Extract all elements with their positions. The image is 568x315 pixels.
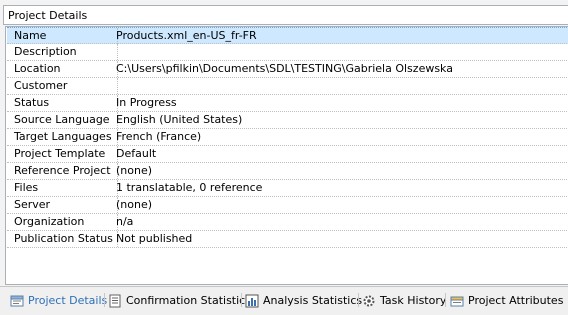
property-value: In Progress <box>116 96 177 109</box>
project-details-panel: Project Details Name Products.xml_en-US_f… <box>0 0 568 286</box>
property-row[interactable]: Target Languages French (France) <box>7 129 568 146</box>
property-value: (none) <box>116 164 153 177</box>
property-row[interactable]: Customer <box>7 78 568 95</box>
project-details-icon <box>10 294 24 308</box>
tab-separator <box>104 293 105 307</box>
task-history-icon <box>362 294 376 308</box>
property-label: Source Language <box>7 112 118 128</box>
property-label: Name <box>7 28 118 44</box>
property-row[interactable]: Name Products.xml_en-US_fr-FR <box>7 27 568 44</box>
property-label: Project Template <box>7 146 118 162</box>
property-label: Customer <box>7 78 118 94</box>
tab-confirmation-statistics[interactable]: Confirmation Statistics <box>108 291 251 311</box>
property-row[interactable]: Publication Status Not published <box>7 231 568 248</box>
property-value: French (France) <box>116 130 202 143</box>
property-row[interactable]: Source Language English (United States) <box>7 112 568 129</box>
confirmation-statistics-icon <box>108 294 122 308</box>
property-label: Organization <box>7 214 118 230</box>
property-value: C:\Users\pfilkin\Documents\SDL\TESTING\G… <box>116 62 453 75</box>
tab-label: Project Details <box>28 294 108 307</box>
tab-label: Task History <box>380 294 447 307</box>
properties-grid[interactable]: Name Products.xml_en-US_fr-FR Description L… <box>5 26 568 285</box>
property-label: Description <box>7 44 118 60</box>
property-label: Status <box>7 95 118 111</box>
property-label: Reference Project <box>7 163 118 179</box>
property-row[interactable]: Location C:\Users\pfilkin\Documents\SDL\T… <box>7 61 568 78</box>
tab-task-history[interactable]: Task History <box>362 291 446 311</box>
panel-title-bar: Project Details <box>3 5 568 25</box>
tab-separator <box>358 293 359 307</box>
project-attributes-icon <box>450 294 464 308</box>
property-row[interactable]: Organization n/a <box>7 214 568 231</box>
property-value: Default <box>116 147 157 160</box>
property-row[interactable]: Files 1 translatable, 0 reference <box>7 180 568 197</box>
property-label: Server <box>7 197 118 213</box>
tab-label: Confirmation Statistics <box>126 294 251 307</box>
property-label: Target Languages <box>7 129 118 145</box>
property-row[interactable]: Status In Progress <box>7 95 568 112</box>
property-row[interactable]: Reference Project (none) <box>7 163 568 180</box>
tab-analysis-statistics[interactable]: Analysis Statistics <box>245 291 362 311</box>
property-value: n/a <box>116 215 134 228</box>
property-label: Publication Status <box>7 231 118 247</box>
property-value: Products.xml_en-US_fr-FR <box>116 29 257 42</box>
tab-project-details[interactable]: Project Details <box>10 291 107 311</box>
tab-separator <box>445 293 446 307</box>
tab-label: Analysis Statistics <box>263 294 363 307</box>
tab-separator <box>241 293 242 307</box>
property-value: English (United States) <box>116 113 243 126</box>
analysis-statistics-icon <box>245 294 259 308</box>
property-row[interactable]: Project Template Default <box>7 146 568 163</box>
property-row[interactable]: Server (none) <box>7 197 568 214</box>
property-label: Location <box>7 61 118 77</box>
property-row[interactable]: Description <box>7 44 568 61</box>
property-value: Not published <box>116 232 193 245</box>
tab-project-attributes[interactable]: Project Attributes <box>450 291 563 311</box>
panel-title: Project Details <box>8 9 88 22</box>
bottom-tab-strip: Project Details Confirmation Statistics … <box>0 286 568 313</box>
property-value: 1 translatable, 0 reference <box>116 181 263 194</box>
property-label: Files <box>7 180 118 196</box>
tab-label: Project Attributes <box>468 294 564 307</box>
property-value: (none) <box>116 198 153 211</box>
